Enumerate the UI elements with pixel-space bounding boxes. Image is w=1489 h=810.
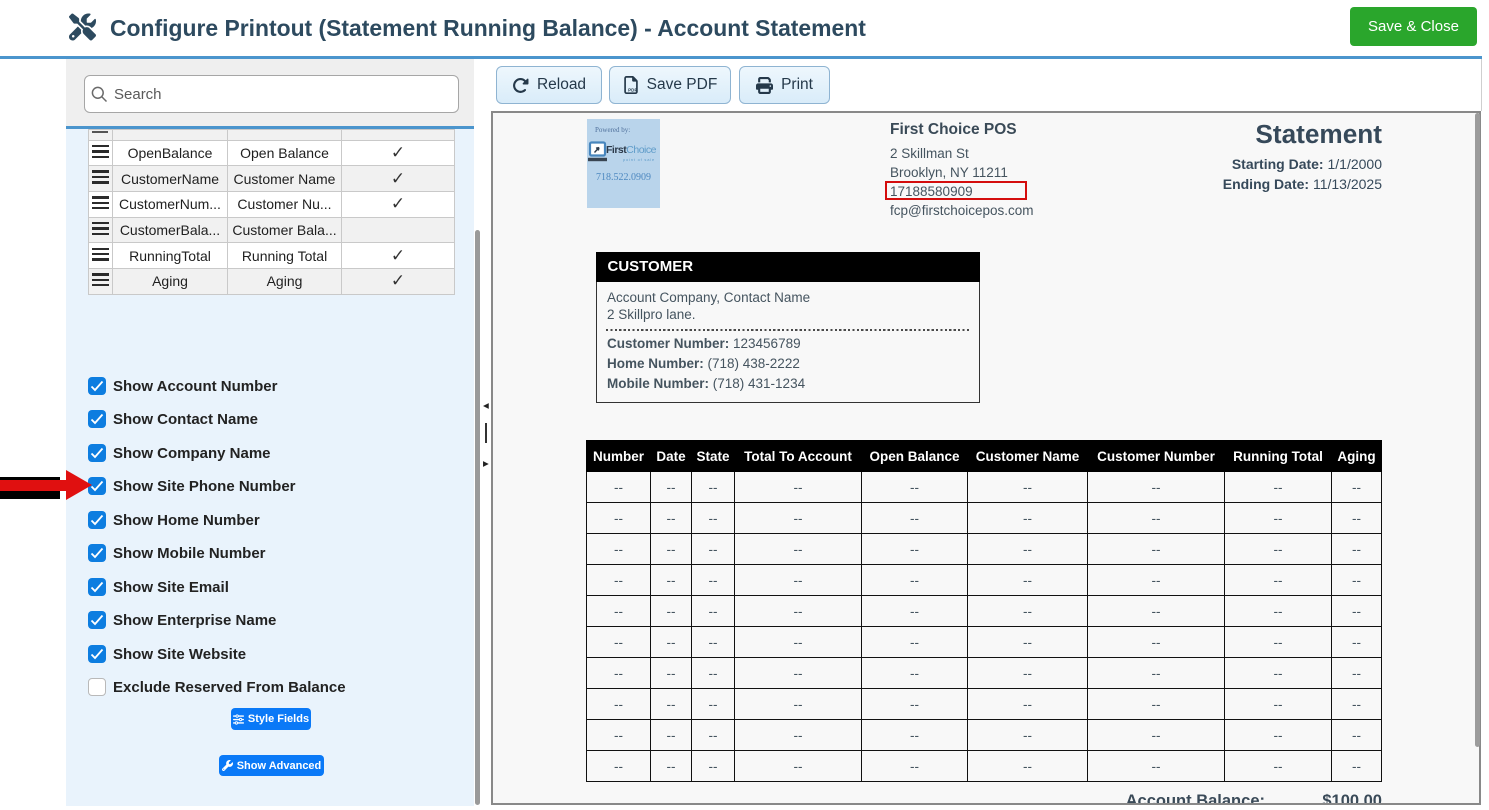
svg-text:PDF: PDF <box>628 87 637 92</box>
